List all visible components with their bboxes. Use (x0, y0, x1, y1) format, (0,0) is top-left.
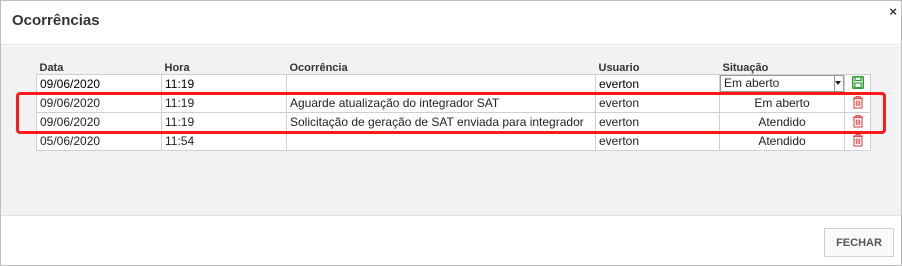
row-situacao: Em aberto (719, 92, 845, 113)
occurrences-table: Data Hora Ocorrência Usuario Situação 09… (36, 58, 871, 151)
user-input[interactable] (599, 75, 716, 92)
occurrences-dialog: Ocorrências × Data Hora Ocorrência Usuar… (0, 0, 902, 266)
row-data: 09/06/2020 (36, 92, 162, 113)
close-icon[interactable]: × (889, 4, 897, 19)
header-usuario: Usuario (598, 61, 640, 74)
occurrence-input[interactable] (290, 75, 592, 92)
dialog-body: Data Hora Ocorrência Usuario Situação 09… (1, 46, 901, 215)
row-hora: 11:19 (161, 92, 287, 113)
table-row: 09/06/2020 11:19 Aguarde atualização do … (36, 92, 871, 113)
status-select-value: Em aberto (724, 76, 780, 90)
save-icon[interactable] (851, 75, 865, 92)
dialog-title: Ocorrências (12, 12, 100, 29)
row-hora: 11:54 (161, 130, 287, 151)
row-data: 05/06/2020 (36, 130, 162, 151)
dialog-header: Ocorrências × (1, 1, 901, 45)
trash-icon[interactable] (851, 95, 865, 111)
header-situacao: Situação (722, 61, 769, 74)
close-button[interactable]: FECHAR (824, 228, 894, 257)
new-occurrence-row: Em aberto (36, 73, 871, 94)
trash-icon[interactable] (851, 114, 865, 130)
time-input[interactable] (165, 75, 283, 92)
trash-icon[interactable] (851, 133, 865, 149)
row-situacao: Atendido (719, 130, 845, 151)
header-ocorrencia: Ocorrência (289, 61, 348, 74)
new-hora-cell[interactable] (161, 73, 287, 94)
new-usuario-cell[interactable] (595, 73, 720, 94)
row-ocorrencia (286, 130, 596, 151)
table-row: 09/06/2020 11:19 Solicitação de geração … (36, 111, 871, 132)
status-select[interactable]: Em aberto (720, 75, 844, 92)
row-ocorrencia: Solicitação de geração de SAT enviada pa… (286, 111, 596, 132)
new-action-cell (844, 73, 871, 94)
row-hora: 11:19 (161, 111, 287, 132)
new-situacao-cell[interactable]: Em aberto (719, 73, 845, 94)
row-action-cell (844, 130, 871, 151)
header-hora: Hora (164, 61, 190, 74)
row-situacao: Atendido (719, 111, 845, 132)
row-usuario: everton (595, 111, 720, 132)
row-data: 09/06/2020 (36, 111, 162, 132)
row-ocorrencia: Aguarde atualização do integrador SAT (286, 92, 596, 113)
row-action-cell (844, 111, 871, 132)
new-ocorrencia-cell[interactable] (286, 73, 596, 94)
dialog-footer: FECHAR (1, 215, 901, 265)
date-input[interactable] (40, 75, 158, 92)
chevron-down-icon (835, 81, 841, 85)
new-data-cell[interactable] (36, 73, 162, 94)
row-usuario: everton (595, 92, 720, 113)
header-actions (845, 58, 871, 74)
header-data: Data (39, 61, 64, 74)
row-usuario: everton (595, 130, 720, 151)
table-row: 05/06/2020 11:54 everton Atendido (36, 130, 871, 151)
row-action-cell (844, 92, 871, 113)
table-header-row: Data Hora Ocorrência Usuario Situação (37, 58, 871, 74)
